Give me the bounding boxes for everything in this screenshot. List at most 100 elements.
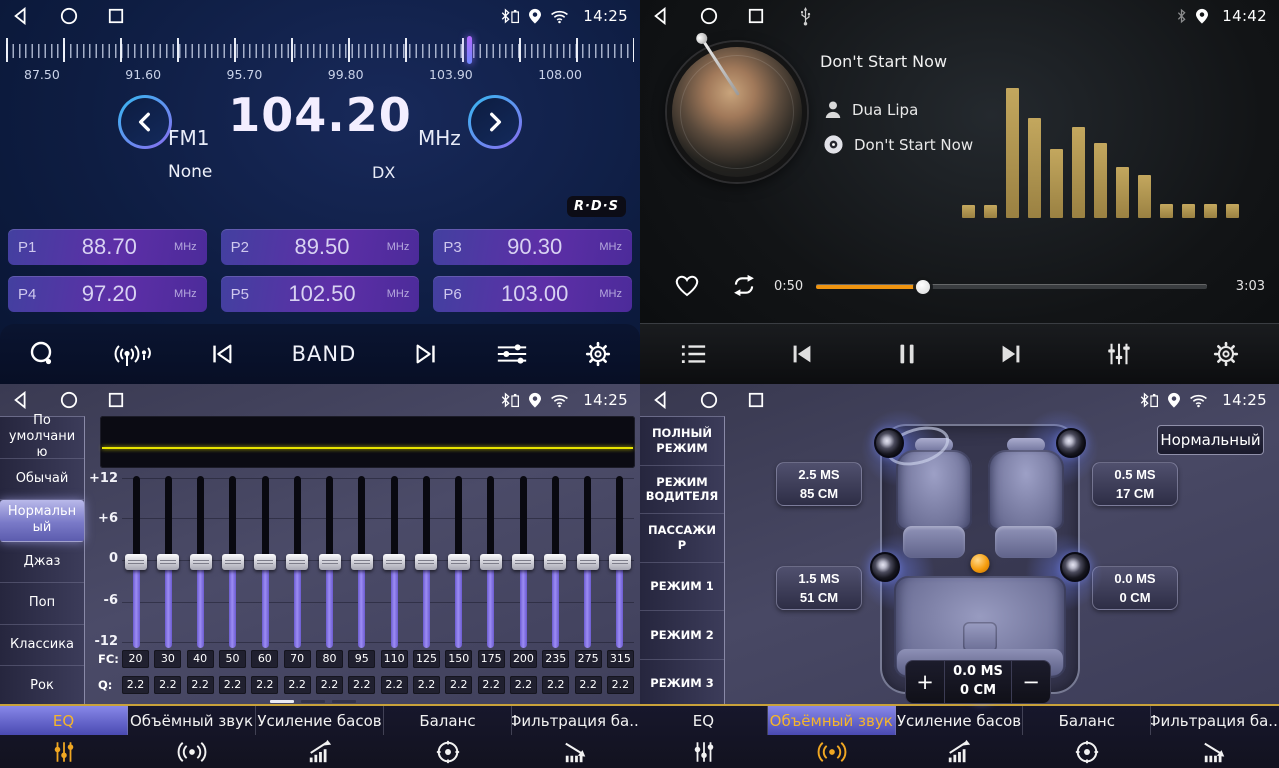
tab-bass-boost[interactable]: Усиление басов <box>896 706 1024 768</box>
slider-knob[interactable] <box>415 554 437 570</box>
scan-icon[interactable] <box>28 340 56 368</box>
tune-up-button[interactable] <box>468 95 522 149</box>
q-value[interactable]: 2.2 <box>316 676 343 694</box>
tab-bass-boost[interactable]: Усиление басов <box>256 706 384 768</box>
preset-button[interactable]: P6 103.00 MHz <box>433 276 632 312</box>
eq-band-slider[interactable] <box>447 476 471 648</box>
front-left-speaker-icon[interactable] <box>874 428 904 458</box>
tab-eq[interactable]: EQ <box>640 706 768 768</box>
eq-band-slider[interactable] <box>608 476 632 648</box>
slider-knob[interactable] <box>544 554 566 570</box>
home-icon[interactable] <box>60 7 78 25</box>
increase-delay-button[interactable]: + <box>906 661 944 703</box>
slider-knob[interactable] <box>577 554 599 570</box>
eq-preset-item[interactable]: Джаз <box>0 542 84 584</box>
listening-mode-item[interactable]: ПАССАЖИР <box>640 514 724 563</box>
rear-left-delay-button[interactable]: 1.5 MS 51 CM <box>776 566 862 610</box>
tab-eq[interactable]: EQ <box>0 706 128 768</box>
rear-right-speaker-icon[interactable] <box>1060 552 1090 582</box>
home-icon[interactable] <box>60 391 78 409</box>
eq-band-slider[interactable] <box>124 476 148 648</box>
back-icon[interactable] <box>12 7 30 25</box>
listening-mode-item[interactable]: РЕЖИМ ВОДИТЕЛЯ <box>640 466 724 515</box>
q-value[interactable]: 2.2 <box>251 676 278 694</box>
preset-button[interactable]: P4 97.20 MHz <box>8 276 207 312</box>
broadcast-icon[interactable] <box>111 339 153 369</box>
recents-icon[interactable] <box>748 8 764 24</box>
home-icon[interactable] <box>700 391 718 409</box>
q-value[interactable]: 2.2 <box>575 676 602 694</box>
eq-band-slider[interactable] <box>189 476 213 648</box>
eq-preset-item[interactable]: Обычай <box>0 459 84 501</box>
slider-knob[interactable] <box>125 554 147 570</box>
eq-band-slider[interactable] <box>543 476 567 648</box>
q-value[interactable]: 2.2 <box>284 676 311 694</box>
listening-mode-item[interactable]: РЕЖИМ 1 <box>640 563 724 612</box>
tune-down-button[interactable] <box>118 95 172 149</box>
fc-value[interactable]: 175 <box>478 650 505 668</box>
q-value[interactable]: 2.2 <box>607 676 634 694</box>
eq-band-slider[interactable] <box>479 476 503 648</box>
slider-knob[interactable] <box>286 554 308 570</box>
playlist-icon[interactable] <box>679 341 709 367</box>
slider-knob[interactable] <box>254 554 276 570</box>
slider-knob[interactable] <box>190 554 212 570</box>
q-value[interactable]: 2.2 <box>510 676 537 694</box>
tab-filter[interactable]: Фильтрация ба... <box>512 706 640 768</box>
tab-surround[interactable]: Объёмный звук <box>768 706 896 768</box>
fc-value[interactable]: 20 <box>122 650 149 668</box>
q-value[interactable]: 2.2 <box>187 676 214 694</box>
listener-position-dot[interactable] <box>971 554 990 573</box>
eq-sliders-icon[interactable] <box>1104 340 1134 368</box>
settings-gear-icon[interactable] <box>1212 340 1240 368</box>
slider-knob[interactable] <box>448 554 470 570</box>
fc-value[interactable]: 40 <box>187 650 214 668</box>
fc-value[interactable]: 50 <box>219 650 246 668</box>
q-value[interactable]: 2.2 <box>542 676 569 694</box>
eq-band-slider[interactable] <box>156 476 180 648</box>
listening-mode-item[interactable]: ПОЛНЫЙ РЕЖИМ <box>640 417 724 466</box>
recents-icon[interactable] <box>108 392 124 408</box>
eq-band-slider[interactable] <box>221 476 245 648</box>
slider-knob[interactable] <box>383 554 405 570</box>
back-icon[interactable] <box>652 391 670 409</box>
band-button[interactable]: BAND <box>292 342 357 366</box>
front-right-delay-button[interactable]: 0.5 MS 17 CM <box>1092 462 1178 506</box>
eq-preset-item[interactable]: Классика <box>0 625 84 667</box>
eq-preset-item[interactable]: Рок <box>0 666 84 708</box>
slider-knob[interactable] <box>480 554 502 570</box>
repeat-icon[interactable] <box>728 272 760 299</box>
q-value[interactable]: 2.2 <box>154 676 181 694</box>
q-value[interactable]: 2.2 <box>413 676 440 694</box>
q-value[interactable]: 2.2 <box>478 676 505 694</box>
fc-value[interactable]: 110 <box>381 650 408 668</box>
fc-value[interactable]: 235 <box>542 650 569 668</box>
listening-mode-item[interactable]: РЕЖИМ 3 <box>640 660 724 709</box>
progress-knob[interactable] <box>916 280 930 294</box>
recents-icon[interactable] <box>108 8 124 24</box>
next-station-icon[interactable] <box>412 340 440 368</box>
fc-value[interactable]: 60 <box>251 650 278 668</box>
eq-band-slider[interactable] <box>382 476 406 648</box>
preset-button[interactable]: P5 102.50 MHz <box>221 276 420 312</box>
preset-button[interactable]: P1 88.70 MHz <box>8 229 207 265</box>
back-icon[interactable] <box>652 7 670 25</box>
listening-mode-item[interactable]: РЕЖИМ 2 <box>640 611 724 660</box>
front-left-delay-button[interactable]: 2.5 MS 85 CM <box>776 462 862 506</box>
frequency-ruler[interactable]: 87.5091.6095.7099.80103.90108.00 <box>0 34 640 90</box>
q-value[interactable]: 2.2 <box>381 676 408 694</box>
eq-band-slider[interactable] <box>318 476 342 648</box>
slider-knob[interactable] <box>512 554 534 570</box>
slider-knob[interactable] <box>351 554 373 570</box>
q-value[interactable]: 2.2 <box>445 676 472 694</box>
fc-value[interactable]: 150 <box>445 650 472 668</box>
next-track-icon[interactable] <box>996 340 1026 368</box>
previous-track-icon[interactable] <box>787 340 817 368</box>
q-value[interactable]: 2.2 <box>219 676 246 694</box>
eq-preset-item[interactable]: Поп <box>0 583 84 625</box>
tab-balance[interactable]: Баланс <box>384 706 512 768</box>
back-icon[interactable] <box>12 391 30 409</box>
fc-value[interactable]: 125 <box>413 650 440 668</box>
equalizer-icon[interactable] <box>495 340 529 368</box>
decrease-delay-button[interactable]: − <box>1012 661 1050 703</box>
